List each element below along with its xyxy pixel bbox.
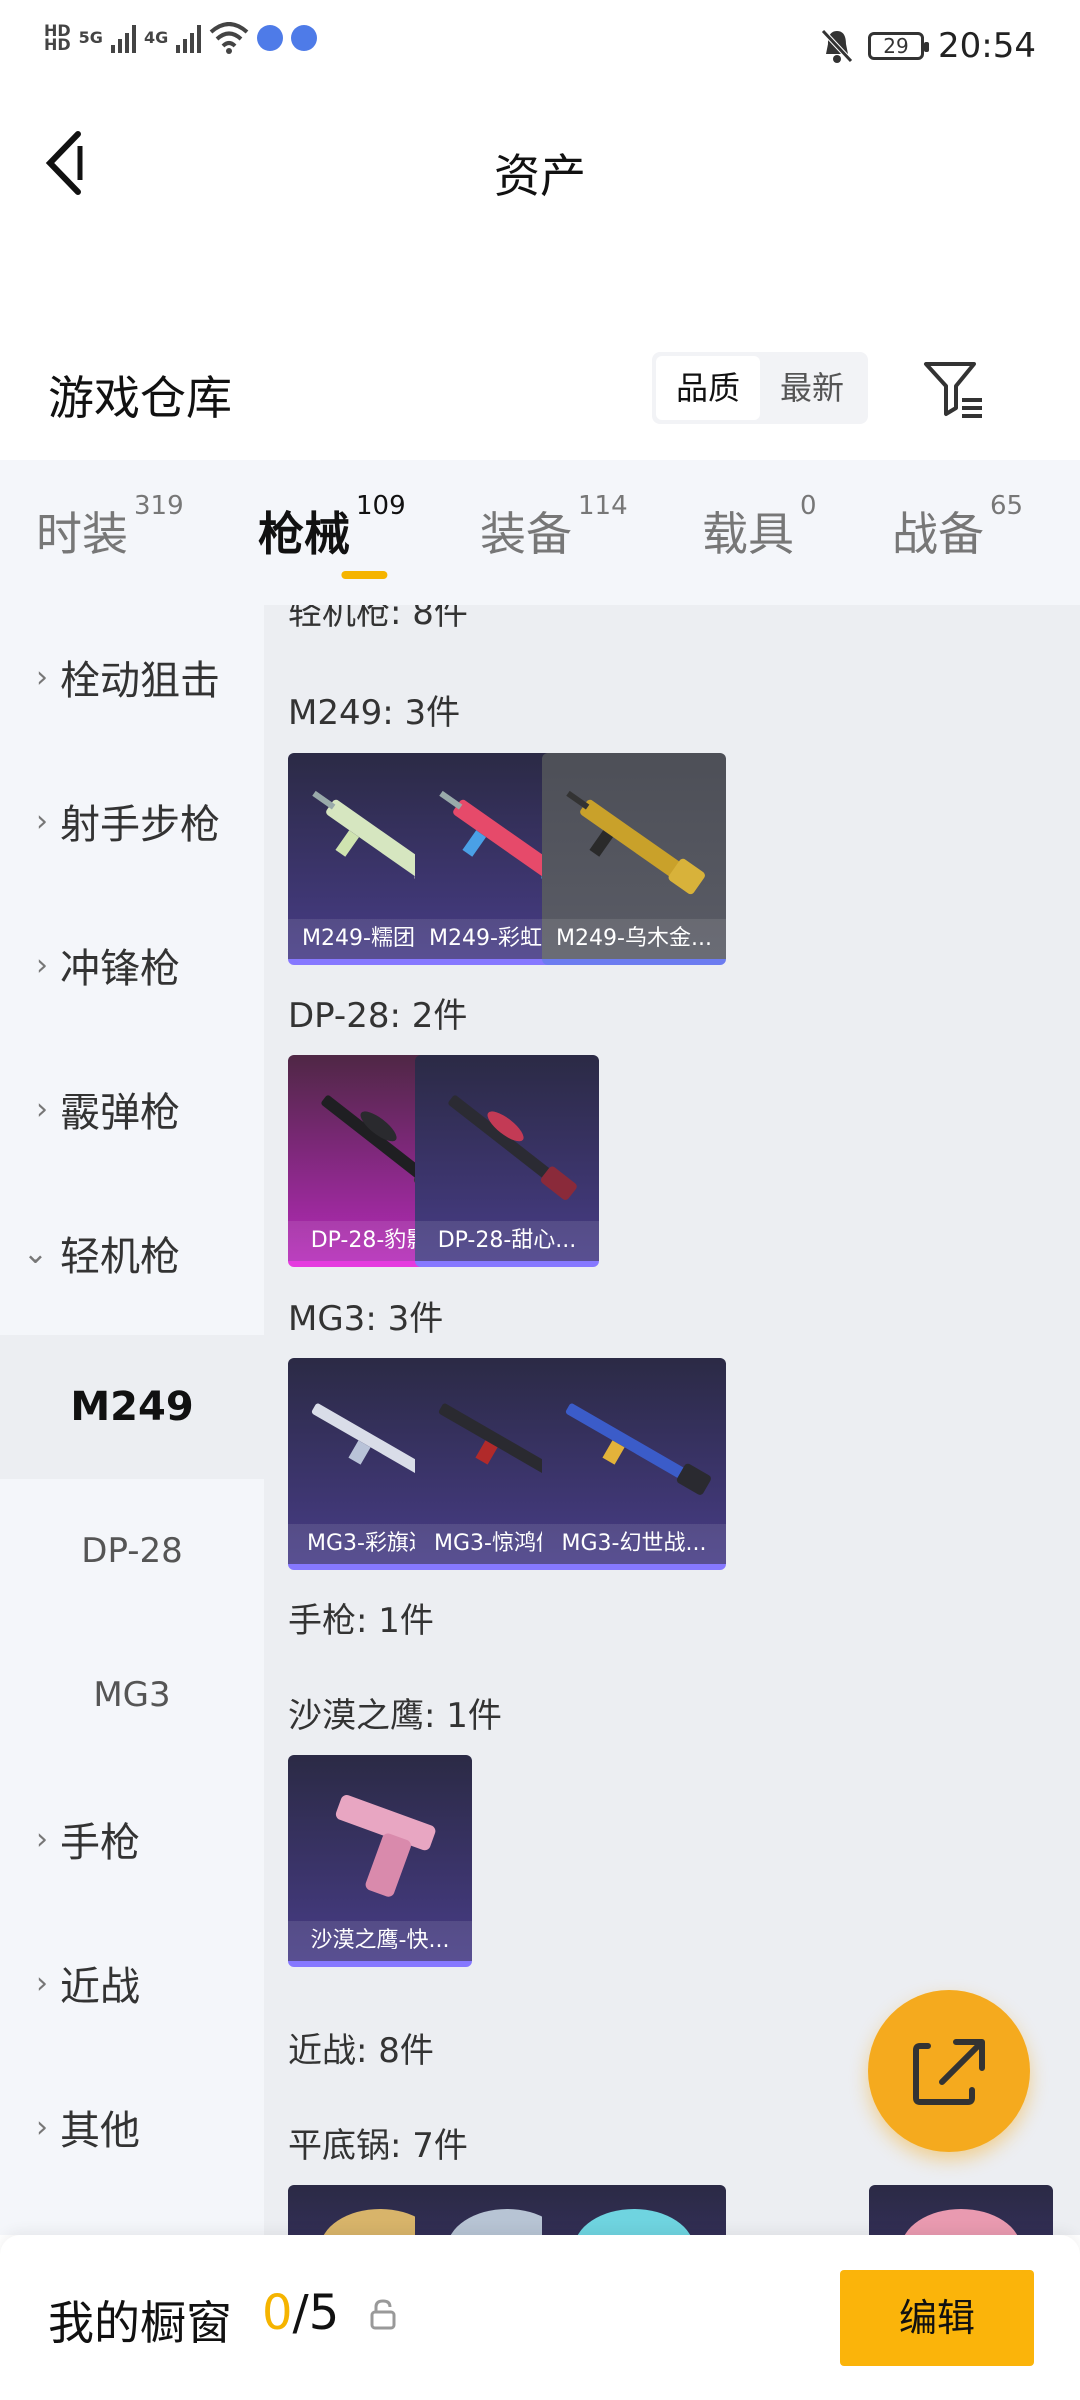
sidebar-item-label: 近战 — [60, 1964, 140, 2010]
signal-icon-2 — [176, 23, 202, 53]
tab-fashion[interactable]: 时装319 — [36, 460, 258, 605]
pan-icon — [904, 2209, 1018, 2235]
sidebar-subitem-dp28[interactable]: DP-28 — [0, 1479, 264, 1623]
sidebar-item-label: 手枪 — [60, 1820, 140, 1866]
showcase-count: 0/5 — [262, 2285, 339, 2341]
page-title: 资产 — [494, 149, 586, 203]
status-left: HD HD 5G 4G — [44, 21, 318, 54]
share-out-icon — [913, 2039, 985, 2105]
battery-icon: 29 — [868, 32, 930, 60]
rifle-icon — [565, 1403, 711, 1495]
chevron-right-icon: › — [36, 1091, 48, 1127]
sidebar-item-melee[interactable]: › 近战 — [0, 1911, 264, 2055]
sidebar-item-label: 射手步枪 — [60, 802, 220, 848]
sidebar-item-label: 霰弹枪 — [60, 1090, 180, 1136]
section-heading: DP-28: 2件 — [288, 996, 468, 1036]
sidebar-item-label: 冲锋枪 — [60, 946, 180, 992]
chevron-right-icon: › — [36, 1821, 48, 1857]
sidebar-item-lmg[interactable]: ⌄ 轻机枪 — [0, 1181, 264, 1325]
section-heading: 平底锅: 7件 — [288, 2126, 468, 2166]
section-heading: M249: 3件 — [288, 693, 461, 733]
lock-icon — [370, 2299, 396, 2330]
item-card[interactable]: DP-28-甜心... — [415, 1055, 599, 1267]
rifle-icon — [448, 1095, 577, 1200]
item-name: M249-乌木金... — [542, 919, 726, 959]
showcase-bar: 我的橱窗 0/5 编辑 — [0, 2235, 1080, 2400]
network-gen-label-2: 4G — [143, 28, 169, 47]
showcase-count-current: 0 — [262, 2285, 293, 2341]
warehouse-header: 游戏仓库 品质 最新 — [0, 330, 1080, 460]
app-notification-icon — [257, 25, 284, 51]
showcase-count-total: /5 — [292, 2285, 340, 2341]
sidebar-item-shotgun[interactable]: › 霰弹枪 — [0, 1037, 264, 1181]
sidebar-item-bolt-sniper[interactable]: › 栓动狙击 — [0, 605, 264, 749]
clock: 20:54 — [938, 26, 1036, 66]
showcase-label: 我的橱窗 — [48, 2296, 232, 2350]
status-right: 29 20:54 — [820, 26, 1036, 66]
sidebar-item-label: 轻机枪 — [60, 1234, 180, 1280]
tab-supplies[interactable]: 战备65 — [892, 460, 1072, 605]
signal-icon — [110, 23, 136, 53]
item-name: DP-28-甜心... — [415, 1221, 599, 1261]
pan-icon — [577, 2209, 691, 2235]
network-gen-label: 5G — [78, 28, 103, 47]
chevron-right-icon: › — [36, 1965, 48, 2001]
title-bar: 资产 — [0, 100, 1080, 230]
category-tabs: 时装319 枪械109 装备114 载具0 战备65 — [0, 460, 1080, 605]
chevron-right-icon: › — [36, 2109, 48, 2145]
section-heading: 手枪: 1件 — [288, 1601, 434, 1641]
sort-quality[interactable]: 品质 — [656, 356, 760, 420]
sidebar-item-label: 栓动狙击 — [60, 658, 220, 704]
item-name: 沙漠之鹰-快... — [288, 1921, 472, 1961]
warehouse-title: 游戏仓库 — [48, 371, 232, 425]
sidebar: › 栓动狙击 › 射手步枪 › 冲锋枪 › 霰弹枪 ⌄ 轻机枪 M249 DP-28 MG… — [0, 605, 264, 2235]
chevron-down-icon: ⌄ — [22, 1235, 48, 1271]
sort-newest[interactable]: 最新 — [760, 356, 864, 420]
section-heading: 沙漠之鹰: 1件 — [288, 1696, 502, 1736]
sidebar-subitem-m249[interactable]: M249 — [0, 1335, 264, 1479]
sidebar-item-label: 其他 — [60, 2108, 140, 2154]
section-heading: 近战: 8件 — [288, 2031, 434, 2071]
edit-button[interactable]: 编辑 — [840, 2270, 1034, 2366]
item-card[interactable]: M249-乌木金... — [542, 753, 726, 965]
sidebar-item-other[interactable]: › 其他 — [0, 2055, 264, 2199]
network-type-icon: HD HD — [44, 21, 71, 54]
sidebar-item-pistol[interactable]: › 手枪 — [0, 1767, 264, 1911]
section-heading: MG3: 3件 — [288, 1299, 444, 1339]
tab-equipment[interactable]: 装备114 — [480, 460, 702, 605]
item-card[interactable]: 沙漠之鹰-快... — [288, 1755, 472, 1967]
share-fab[interactable] — [868, 1990, 1030, 2152]
item-name: MG3-幻世战... — [542, 1524, 726, 1564]
pistol-icon — [335, 1795, 436, 1897]
tab-vehicles[interactable]: 载具0 — [702, 460, 892, 605]
chevron-right-icon: › — [36, 803, 48, 839]
sidebar-item-marksman[interactable]: › 射手步枪 — [0, 749, 264, 893]
status-bar: HD HD 5G 4G 29 20:54 — [0, 0, 1080, 100]
chevron-right-icon: › — [36, 659, 48, 695]
tab-guns[interactable]: 枪械109 — [258, 460, 480, 605]
mute-bell-icon — [821, 29, 853, 63]
sidebar-item-smg[interactable]: › 冲锋枪 — [0, 893, 264, 1037]
section-heading-partial: 轻机枪: 8件 — [288, 605, 468, 633]
filter-button[interactable] — [920, 356, 986, 422]
active-tab-indicator — [341, 571, 388, 579]
item-card[interactable]: MG3-幻世战... — [542, 1358, 726, 1570]
wifi-icon — [209, 22, 249, 54]
sidebar-subitem-mg3[interactable]: MG3 — [0, 1623, 264, 1767]
item-card[interactable] — [869, 2185, 1053, 2235]
filter-icon — [924, 362, 982, 418]
item-card[interactable] — [542, 2185, 726, 2235]
chevron-right-icon: › — [36, 947, 48, 983]
sort-toggle: 品质 最新 — [652, 352, 868, 424]
app-notification-icon-2 — [291, 25, 318, 51]
rifle-icon — [566, 790, 705, 895]
